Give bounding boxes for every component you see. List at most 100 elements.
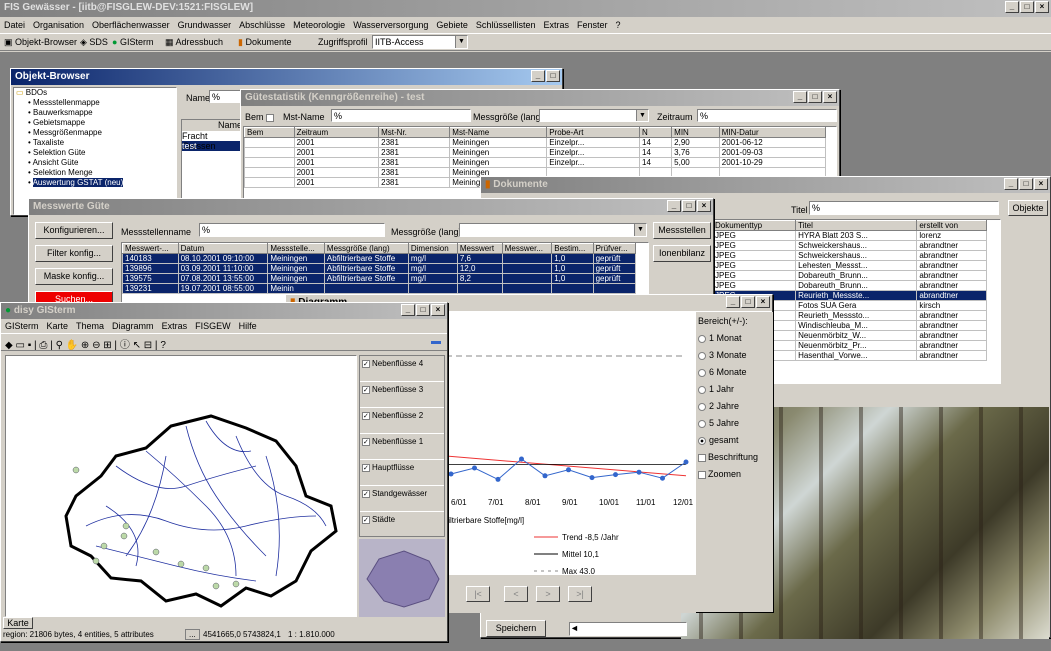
binocular-icon[interactable]: ⚲ — [56, 340, 63, 351]
zoom-in-icon[interactable]: ⊕ — [81, 340, 89, 351]
layer-icon[interactable]: ◆ — [5, 340, 13, 351]
pan-icon[interactable]: ✋ — [66, 340, 78, 351]
sds-button[interactable]: ◈ SDS — [80, 37, 108, 48]
bereich-option[interactable]: gesamt — [696, 432, 773, 449]
nav-first-button[interactable]: |< — [466, 586, 490, 602]
table-row[interactable]: JPEG HYRA Blatt 203 S... lorenz — [712, 230, 987, 241]
table-row[interactable]: 2001 2381 Meiningen Einzelpr... 14 5,00 2001-1… — [244, 157, 827, 168]
radio-button[interactable] — [698, 402, 706, 411]
checkbox[interactable] — [698, 453, 706, 462]
measure-icon[interactable]: ⊟ — [144, 340, 152, 351]
messstellenname-field[interactable]: % — [199, 223, 385, 237]
menu-item[interactable]: ? — [615, 20, 620, 31]
tree-item[interactable]: • Bauwerksmappe — [14, 108, 176, 118]
table-row[interactable]: 139231 19.07.2001 08:55:00 Meinin — [122, 283, 637, 294]
menu-item[interactable]: Organisation — [33, 20, 84, 31]
maximize-button[interactable]: □ — [1020, 1, 1034, 13]
open-icon[interactable]: ▭ — [15, 340, 24, 351]
dokumente-button[interactable]: ▮ Dokumente — [238, 37, 292, 48]
dok-maximize[interactable]: □ — [1019, 178, 1033, 190]
guete-close[interactable]: × — [823, 91, 837, 103]
table-row[interactable]: 139896 03.09.2001 11:10:00 Meiningen Abfilt… — [122, 263, 637, 274]
column-header[interactable]: Datum — [177, 243, 269, 254]
radio-button[interactable] — [698, 334, 706, 343]
diag-close[interactable]: × — [756, 296, 770, 308]
bereich-option[interactable]: 3 Monate — [696, 347, 773, 364]
menu-item[interactable]: Extras — [543, 20, 569, 31]
menu-item[interactable]: Datei — [4, 20, 25, 31]
gisterm-button[interactable]: ● GISterm — [112, 37, 153, 47]
column-header[interactable]: Dimension — [407, 243, 458, 254]
menu-item[interactable]: Gebiete — [436, 20, 468, 31]
table-row[interactable]: JPEG Dobareuth_Brunn... abrandtner — [712, 280, 987, 291]
select-icon[interactable]: ↖ — [133, 340, 141, 351]
column-header[interactable]: Messwer... — [501, 243, 553, 254]
menu-item[interactable]: Schlüssellisten — [476, 20, 536, 31]
gisterm-menu-item[interactable]: Thema — [76, 321, 104, 331]
bereich-option[interactable]: 1 Jahr — [696, 381, 773, 398]
menu-item[interactable]: Grundwasser — [178, 20, 232, 31]
table-row[interactable]: JPEG Lehesten_Messst... abrandtner — [712, 260, 987, 271]
bereich-option[interactable]: 1 Monat — [696, 330, 773, 347]
ob-maximize[interactable]: □ — [546, 70, 560, 82]
map-canvas[interactable] — [5, 355, 357, 617]
info-icon[interactable]: ⓘ — [120, 340, 130, 351]
column-header[interactable]: Zeitraum — [293, 127, 380, 138]
nav-prev-button[interactable]: < — [504, 586, 528, 602]
guete-minimize[interactable]: _ — [793, 91, 807, 103]
table-row[interactable]: 140183 08.10.2001 09:10:00 Meiningen Abfilt… — [122, 253, 637, 264]
tree-item[interactable]: • Auswertung GSTAT (neu) — [14, 178, 176, 188]
zoom-full-icon[interactable]: ⊞ — [103, 340, 111, 351]
table-row[interactable]: JPEG Dobareuth_Brunn... abrandtner — [712, 270, 987, 281]
column-header[interactable]: Mst-Nr. — [378, 127, 451, 138]
column-header[interactable]: Titel — [795, 220, 918, 231]
diagramm-check[interactable]: Beschriftung — [696, 449, 773, 466]
layer-checkbox[interactable]: ✓ — [362, 359, 370, 368]
bem-filter[interactable]: Bem — [245, 112, 276, 122]
layer-item[interactable]: ✓ Standgewässer — [360, 486, 444, 512]
name-row[interactable]: Fracht Crossen — [182, 131, 242, 151]
gisterm-menu-item[interactable]: Diagramm — [112, 321, 154, 331]
layer-item[interactable]: ✓ Nebenflüsse 3 — [360, 382, 444, 408]
layer-checkbox[interactable]: ✓ — [362, 463, 370, 472]
column-header[interactable]: Messwert-... — [122, 243, 179, 254]
zeitraum-field[interactable]: % — [697, 109, 837, 122]
gisterm-menu-item[interactable]: FISGEW — [195, 321, 231, 331]
column-header[interactable]: Probe-Art — [546, 127, 641, 138]
tree-item[interactable]: • Messgrößenmappe — [14, 128, 176, 138]
gis-close[interactable]: × — [431, 304, 445, 316]
column-header[interactable]: MIN-Datur — [718, 127, 827, 138]
menu-item[interactable]: Oberflächenwasser — [92, 20, 170, 31]
column-header[interactable]: Messwert — [456, 243, 503, 254]
tree-item[interactable]: • Selektion Güte — [14, 148, 176, 158]
gisterm-menu-item[interactable]: Karte — [47, 321, 69, 331]
radio-button[interactable] — [698, 351, 706, 360]
mw-close[interactable]: × — [697, 200, 711, 212]
mst-name-field[interactable]: % — [331, 109, 471, 122]
bereich-option[interactable]: 5 Jahre — [696, 415, 773, 432]
table-row[interactable]: JPEG Schweickershaus... abrandtner — [712, 250, 987, 261]
tree-item[interactable]: • Messstellenmappe — [14, 98, 176, 108]
tree-item[interactable]: • Selektion Menge — [14, 168, 176, 178]
diag-maximize[interactable]: □ — [741, 296, 755, 308]
close-button[interactable]: × — [1035, 1, 1049, 13]
tree-item[interactable]: • Gebietsmappe — [14, 118, 176, 128]
diag-minimize[interactable]: _ — [726, 296, 740, 308]
gis-minimize[interactable]: _ — [401, 304, 415, 316]
column-header[interactable]: MIN — [671, 127, 720, 138]
gisterm-menu-item[interactable]: Extras — [162, 321, 188, 331]
dok-close[interactable]: × — [1034, 178, 1048, 190]
gis-maximize[interactable]: □ — [416, 304, 430, 316]
bereich-option[interactable]: 2 Jahre — [696, 398, 773, 415]
messstellen-button[interactable]: Messstellen — [653, 222, 711, 239]
mw-minimize[interactable]: _ — [667, 200, 681, 212]
column-header[interactable]: Bem — [244, 127, 295, 138]
karte-tab[interactable]: Karte — [3, 617, 33, 629]
menu-item[interactable]: Wasserversorgung — [353, 20, 428, 31]
column-header[interactable]: Dokumenttyp — [712, 220, 797, 231]
table-row[interactable]: 139575 07.08.2001 13:55:00 Meiningen Abfilt… — [122, 273, 637, 284]
tree-item[interactable]: • Ansicht Güte — [14, 158, 176, 168]
tree-item[interactable]: • Taxaliste — [14, 138, 176, 148]
adressbuch-button[interactable]: ▦ Adressbuch — [165, 37, 223, 48]
column-header[interactable]: Bestim... — [551, 243, 594, 254]
